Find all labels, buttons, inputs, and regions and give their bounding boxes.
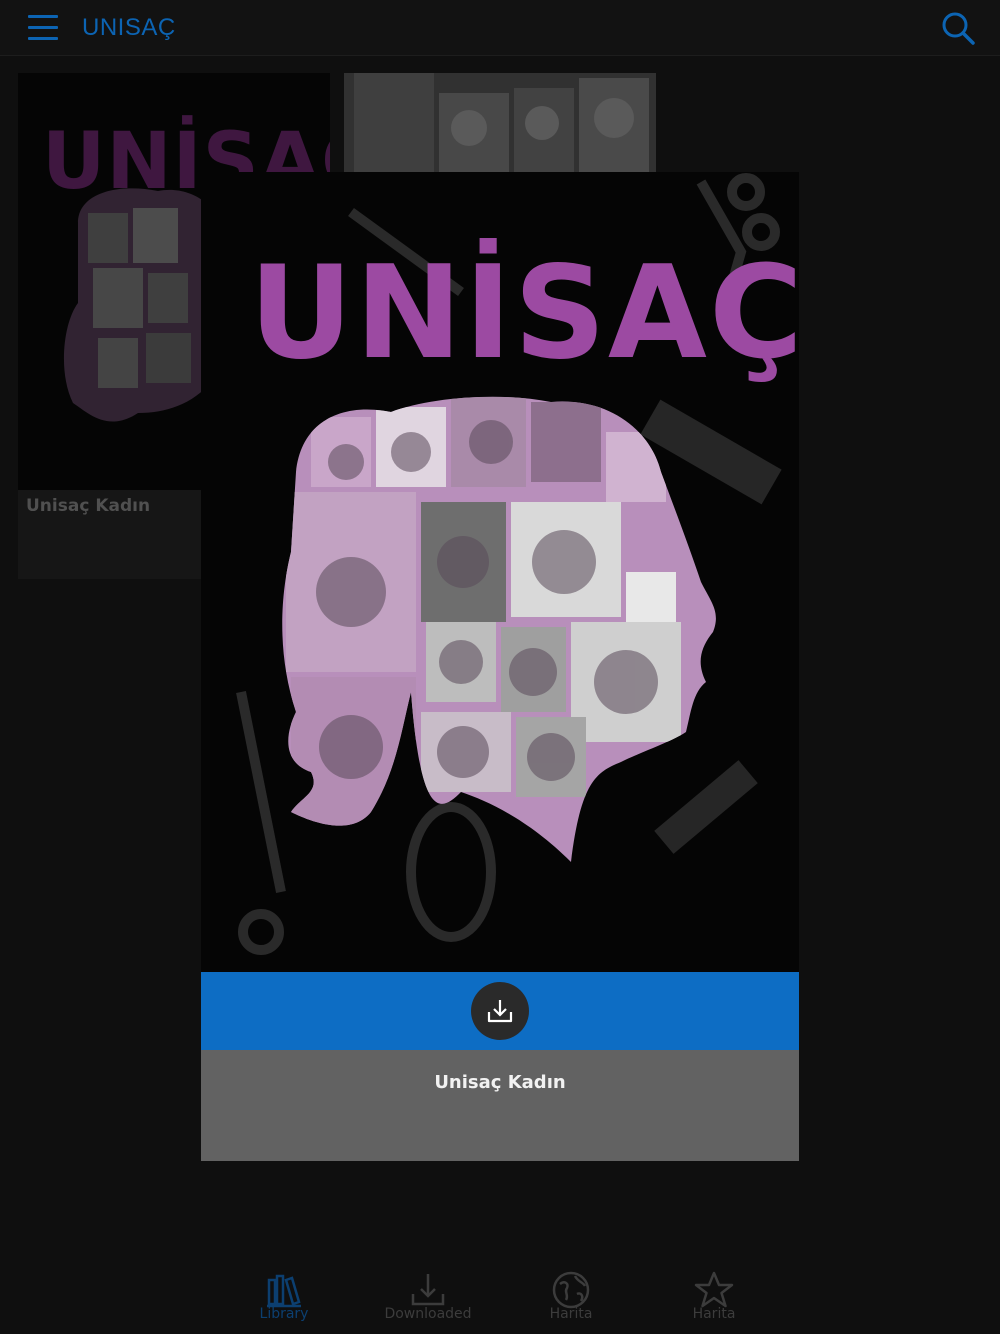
nav-label-favorites: Harita: [692, 1306, 736, 1322]
woman-silhouette-collage-image: [282, 396, 716, 862]
download-icon: [487, 1000, 513, 1023]
download-bar[interactable]: [201, 972, 799, 1050]
top-app-bar: UNISAÇ: [0, 0, 1000, 56]
search-icon[interactable]: [940, 10, 976, 46]
nav-label-map: Harita: [549, 1306, 593, 1322]
bottom-navigation: Library Downloaded Harita Harita: [0, 1262, 1000, 1334]
featured-book-cover: UNİSAÇ: [201, 172, 799, 972]
featured-book-title: Unisaç Kadın: [434, 1072, 566, 1093]
download-tray-icon: [411, 1274, 445, 1306]
star-icon: [694, 1271, 734, 1308]
nav-item-favorites[interactable]: Harita: [654, 1270, 774, 1322]
app-title: UNISAÇ: [82, 14, 176, 41]
featured-book-card[interactable]: UNİSAÇ Unisaç Kadın: [201, 172, 799, 1161]
library-icon: [267, 1274, 301, 1308]
globe-icon: [552, 1271, 590, 1309]
nav-label-downloaded: Downloaded: [384, 1306, 472, 1322]
nav-item-map[interactable]: Harita: [511, 1270, 631, 1322]
nav-label-library: Library: [259, 1306, 309, 1322]
nav-item-library[interactable]: Library: [224, 1270, 344, 1322]
menu-icon[interactable]: [28, 15, 58, 41]
nav-item-downloaded[interactable]: Downloaded: [368, 1270, 488, 1322]
download-button[interactable]: [471, 982, 529, 1040]
